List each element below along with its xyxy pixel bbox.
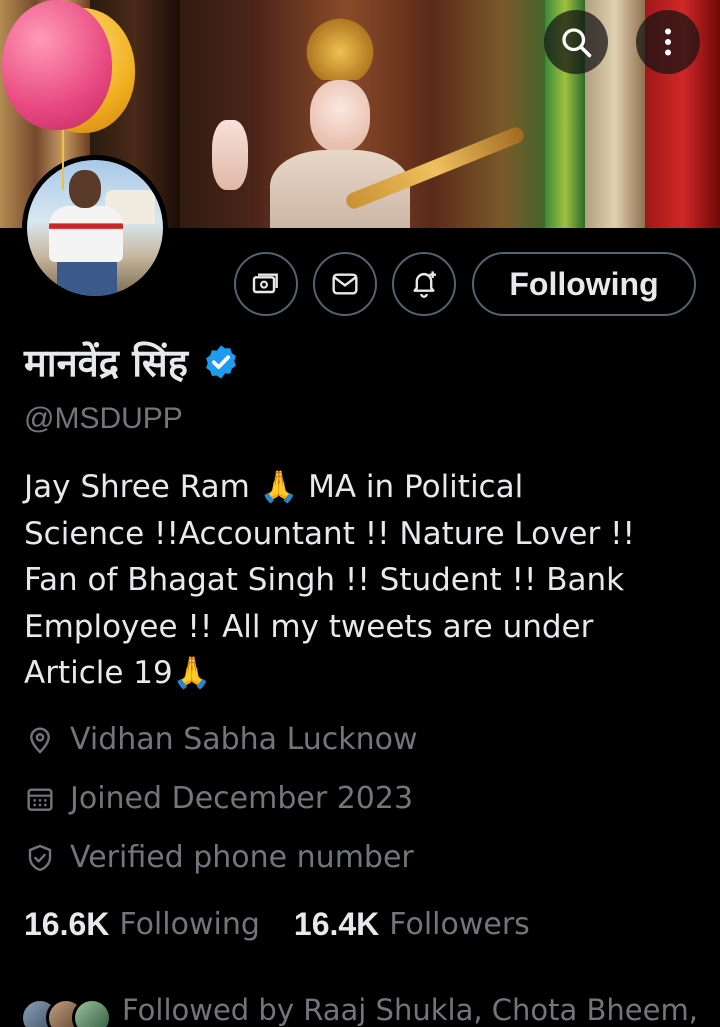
message-button[interactable] — [313, 252, 377, 316]
followers-label[interactable]: Followers — [389, 907, 530, 942]
verification-row[interactable]: Verified phone number — [24, 840, 414, 875]
location-row: Vidhan Sabha Lucknow — [24, 722, 418, 757]
mini-avatar — [72, 998, 112, 1027]
following-count[interactable]: 16.6K — [24, 906, 109, 943]
profile-name-row: मानवेंद्र सिंह — [24, 336, 240, 388]
more-options-button[interactable] — [636, 10, 700, 74]
joined-text: Joined December 2023 — [70, 781, 414, 816]
verification-text: Verified phone number — [70, 840, 414, 875]
avatar-person-legs — [57, 260, 117, 296]
banner-idol — [250, 10, 527, 228]
profile-bio: Jay Shree Ram 🙏 MA in Political Science … — [24, 469, 635, 691]
joined-row: Joined December 2023 — [24, 781, 413, 816]
shield-check-icon — [28, 844, 52, 871]
more-vertical-icon — [665, 28, 671, 56]
avatar-person-body — [49, 206, 123, 262]
followed-by-row[interactable]: Followed by Raaj Shukla, Chota Bheem, — [20, 990, 698, 1027]
search-icon — [562, 28, 592, 58]
followed-by-avatars — [20, 990, 116, 1027]
following-label[interactable]: Following — [119, 907, 260, 942]
followed-by-text: Followed by Raaj Shukla, Chota Bheem, — [122, 993, 698, 1027]
banner-idol-hand — [212, 120, 248, 190]
balloon-icon — [0, 0, 140, 200]
following-button[interactable]: Following — [472, 252, 696, 316]
subscriptions-button[interactable] — [234, 252, 298, 316]
verified-badge-icon[interactable] — [202, 343, 240, 381]
location-text: Vidhan Sabha Lucknow — [70, 722, 418, 757]
balloon-string — [62, 130, 64, 190]
location-icon — [30, 726, 50, 754]
display-name: मानवेंद्र सिंह — [24, 341, 188, 385]
balloon-pink — [2, 0, 112, 130]
message-icon — [332, 273, 358, 295]
username-handle: @MSDUPP — [24, 402, 183, 435]
followers-count[interactable]: 16.4K — [294, 906, 379, 943]
idol-face — [310, 80, 370, 152]
idol-crown — [305, 10, 375, 80]
notification-bell-icon — [413, 271, 436, 298]
subscriptions-icon — [252, 273, 278, 294]
calendar-icon — [27, 787, 53, 811]
follow-stats: 16.6K Following 16.4K Followers — [24, 906, 564, 943]
search-button[interactable] — [544, 10, 608, 74]
notifications-button[interactable] — [392, 252, 456, 316]
